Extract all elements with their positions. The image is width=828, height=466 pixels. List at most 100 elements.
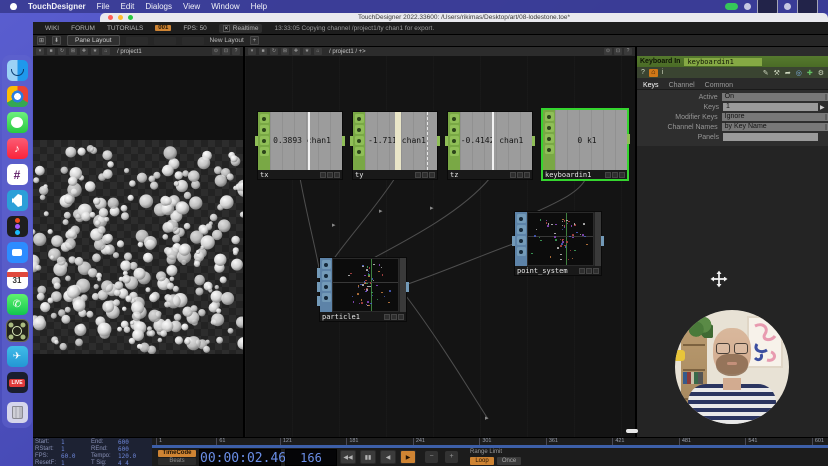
info-icon[interactable]: i <box>662 69 664 76</box>
node-flag-toggle[interactable] <box>586 268 592 274</box>
finder-icon[interactable] <box>7 60 28 81</box>
pane-corner-icon[interactable]: ⊙ <box>604 48 612 55</box>
channel-names-dropdown[interactable]: by Key Name <box>722 123 828 131</box>
timeline-range-bar[interactable] <box>152 445 828 448</box>
field-value[interactable]: 600 <box>118 439 152 446</box>
menu-app-name[interactable]: TouchDesigner <box>28 2 86 11</box>
tab-common[interactable]: Common <box>705 82 733 89</box>
figma-icon[interactable] <box>7 216 28 237</box>
node-flag-toggle[interactable] <box>327 172 333 178</box>
layout-slot[interactable] <box>126 37 148 45</box>
node-point-system-viewer[interactable] <box>515 212 601 266</box>
whatsapp-icon[interactable]: ✆ <box>7 294 28 315</box>
node-tz[interactable]: -0.4142 chan1 tz <box>448 112 532 179</box>
node-flag-toggle[interactable] <box>605 172 611 178</box>
field-value[interactable]: 1 <box>61 460 91 466</box>
input-connector[interactable] <box>317 268 320 278</box>
keys-field[interactable]: 1 <box>723 103 818 111</box>
node-flags[interactable] <box>353 112 365 170</box>
add-icon[interactable]: ✚ <box>807 69 813 77</box>
parameter-header[interactable]: Keyboard In keyboardin1 <box>637 56 828 67</box>
frame-ruler[interactable]: 161121181241301361421481541601 <box>152 438 828 445</box>
window-titlebar[interactable]: TouchDesigner 2022.33600: /Users/rikimas… <box>100 13 828 22</box>
node-flags[interactable] <box>448 112 460 170</box>
edit-icon[interactable]: ✎ <box>763 69 769 77</box>
node-flag-toggle[interactable] <box>415 172 421 178</box>
pane-corner-icon[interactable]: ⊡ <box>614 48 622 55</box>
timeline-settings[interactable]: Start:1 End:600 RStart:1 REnd:600 FPS:60… <box>33 438 152 466</box>
node-namebar[interactable]: tz <box>448 170 532 179</box>
node-particle1[interactable]: particle1 <box>320 258 406 321</box>
menu-view[interactable]: View <box>183 2 200 11</box>
pane-bookmark-icon[interactable]: ★ <box>303 48 311 55</box>
pane-corner-icon[interactable]: ? <box>624 48 632 55</box>
output-connector[interactable] <box>532 136 535 146</box>
node-particle1-viewer[interactable] <box>320 258 406 312</box>
pane-grid-icon[interactable]: ⊞ <box>69 48 77 55</box>
pane-add-icon[interactable]: ✚ <box>80 48 88 55</box>
export-icon[interactable]: ➦ <box>785 69 791 77</box>
node-point-system[interactable]: point_system <box>515 212 601 275</box>
calendar-icon[interactable]: 31 <box>7 268 28 289</box>
node-tx-viewer[interactable]: 0.3893 chan1 <box>258 112 342 170</box>
node-ty[interactable]: -1.711 chan1 ty <box>353 112 437 179</box>
scrollbar-thumb[interactable] <box>626 429 638 433</box>
touchdesigner-dock-icon[interactable] <box>7 320 28 341</box>
menu-dialogs[interactable]: Dialogs <box>145 2 172 11</box>
tab-keys[interactable]: Keys <box>643 82 659 89</box>
field-value[interactable]: 4 4 <box>118 460 152 466</box>
live-stream-app-icon[interactable]: LIVE <box>7 372 28 393</box>
node-ty-viewer[interactable]: -1.711 chan1 <box>353 112 437 170</box>
forum-link[interactable]: FORUM <box>71 25 95 32</box>
menu-window[interactable]: Window <box>211 2 239 11</box>
node-flag-toggle[interactable] <box>619 172 625 178</box>
performance-badge[interactable]: 001 <box>155 25 171 31</box>
node-flag-toggle[interactable] <box>384 314 390 320</box>
realtime-toggle[interactable]: ✕ Realtime <box>219 24 263 33</box>
add-layout-button[interactable]: + <box>250 36 259 45</box>
node-flag-toggle[interactable] <box>391 314 397 320</box>
pane-home-icon[interactable]: ⌂ <box>314 48 322 55</box>
output-connector[interactable] <box>406 282 409 292</box>
once-button[interactable]: Once <box>497 457 521 465</box>
pane-back-icon[interactable]: ↻ <box>58 48 66 55</box>
pause-button[interactable]: ▮▮ <box>360 450 376 464</box>
tab-channel[interactable]: Channel <box>669 82 695 89</box>
panels-field[interactable] <box>723 133 818 141</box>
node-tx[interactable]: 0.3893 chan1 tx <box>258 112 342 179</box>
pane-type-icon[interactable]: ■ <box>259 48 267 55</box>
pane-corner-icon[interactable]: ? <box>232 48 240 55</box>
node-namebar[interactable]: point_system <box>515 266 601 275</box>
layout-grid-icon[interactable]: ⊞ <box>37 36 46 45</box>
input-connector[interactable] <box>512 236 515 246</box>
operator-name-field[interactable]: keyboardin1 <box>684 58 762 66</box>
node-flags[interactable] <box>258 112 270 170</box>
pane-menu-icon[interactable]: ▾ <box>36 48 44 55</box>
language-icon[interactable]: ◎ <box>796 69 802 77</box>
field-value[interactable]: 1 <box>61 439 91 446</box>
node-keyboardin1-viewer[interactable]: 0 k1 <box>543 110 627 170</box>
menu-file[interactable]: File <box>97 2 110 11</box>
trash-icon[interactable] <box>7 402 28 423</box>
pane-corner-icon[interactable]: ⊙ <box>212 48 220 55</box>
gear-icon[interactable]: ⚙ <box>818 69 824 77</box>
network-editor-pane[interactable]: ▸ ▸ ▸ ▸ 0.3893 chan1 tx <box>245 56 637 437</box>
control-center-icon[interactable] <box>784 3 791 10</box>
input-connector[interactable] <box>317 282 320 292</box>
node-keyboardin1[interactable]: 0 k1 keyboardin1 <box>543 110 627 179</box>
node-flag-toggle[interactable] <box>429 172 435 178</box>
tutorials-link[interactable]: TUTORIALS <box>107 25 143 32</box>
input-connector[interactable] <box>317 296 320 306</box>
layout-slot[interactable] <box>154 37 176 45</box>
help-icon[interactable]: ? <box>641 69 645 76</box>
node-tz-viewer[interactable]: -0.4142 chan1 <box>448 112 532 170</box>
apple-menu-icon[interactable] <box>10 3 17 10</box>
messages-icon[interactable] <box>7 112 28 133</box>
node-namebar[interactable]: particle1 <box>320 312 406 321</box>
pane-add-icon[interactable]: ✚ <box>292 48 300 55</box>
pane-menu-icon[interactable]: ▾ <box>248 48 256 55</box>
input-connector[interactable] <box>255 136 258 146</box>
save-layout-icon[interactable]: ⬇ <box>52 36 61 45</box>
node-flag-toggle[interactable] <box>510 172 516 178</box>
node-flag-toggle[interactable] <box>593 268 599 274</box>
